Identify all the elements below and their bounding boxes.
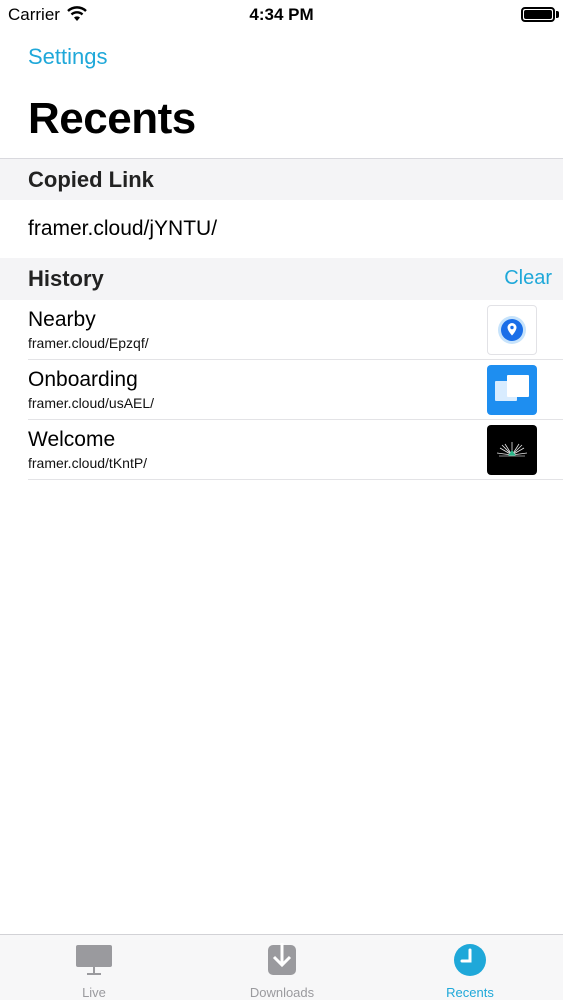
windows-icon [487, 365, 537, 415]
tab-live[interactable]: Live [0, 935, 188, 1000]
tab-recents[interactable]: Recents [376, 935, 563, 1000]
settings-button[interactable]: Settings [28, 44, 108, 70]
history-item-onboarding[interactable]: Onboarding framer.cloud/usAEL/ [0, 360, 563, 420]
history-item-title: Welcome [28, 428, 116, 451]
tab-label: Live [82, 985, 106, 1000]
location-pin-icon [487, 305, 537, 355]
status-bar: Carrier 4:34 PM [0, 0, 563, 30]
battery-icon [521, 7, 555, 22]
row-divider [28, 479, 563, 480]
history-item-url: framer.cloud/tKntP/ [28, 455, 148, 471]
battery-nub [556, 11, 559, 18]
history-item-title: Nearby [28, 308, 96, 331]
status-time: 4:34 PM [249, 5, 314, 24]
page-title: Recents [28, 94, 196, 143]
copied-link-item[interactable]: framer.cloud/jYNTU/ [28, 217, 217, 241]
tab-downloads[interactable]: Downloads [188, 935, 376, 1000]
tab-bar: Live Downloads Recents [0, 934, 563, 1000]
history-item-welcome[interactable]: Welcome framer.cloud/tKntP/ [0, 420, 563, 480]
history-header-label: History [28, 266, 104, 291]
history-item-title: Onboarding [28, 368, 138, 391]
copied-link-header: Copied Link [0, 158, 563, 200]
history-item-nearby[interactable]: Nearby framer.cloud/Epzqf/ [0, 300, 563, 360]
tab-label: Recents [446, 985, 494, 1000]
history-item-url: framer.cloud/usAEL/ [28, 395, 155, 411]
clock-icon [454, 944, 486, 976]
copied-link-header-label: Copied Link [28, 167, 154, 192]
clear-button[interactable]: Clear [504, 267, 552, 290]
tab-label: Downloads [249, 985, 315, 1000]
download-icon [268, 943, 296, 975]
history-item-url: framer.cloud/Epzqf/ [28, 335, 149, 351]
history-header: History Clear [0, 258, 563, 300]
monitor-icon [76, 945, 112, 975]
sunrise-icon [487, 425, 537, 475]
